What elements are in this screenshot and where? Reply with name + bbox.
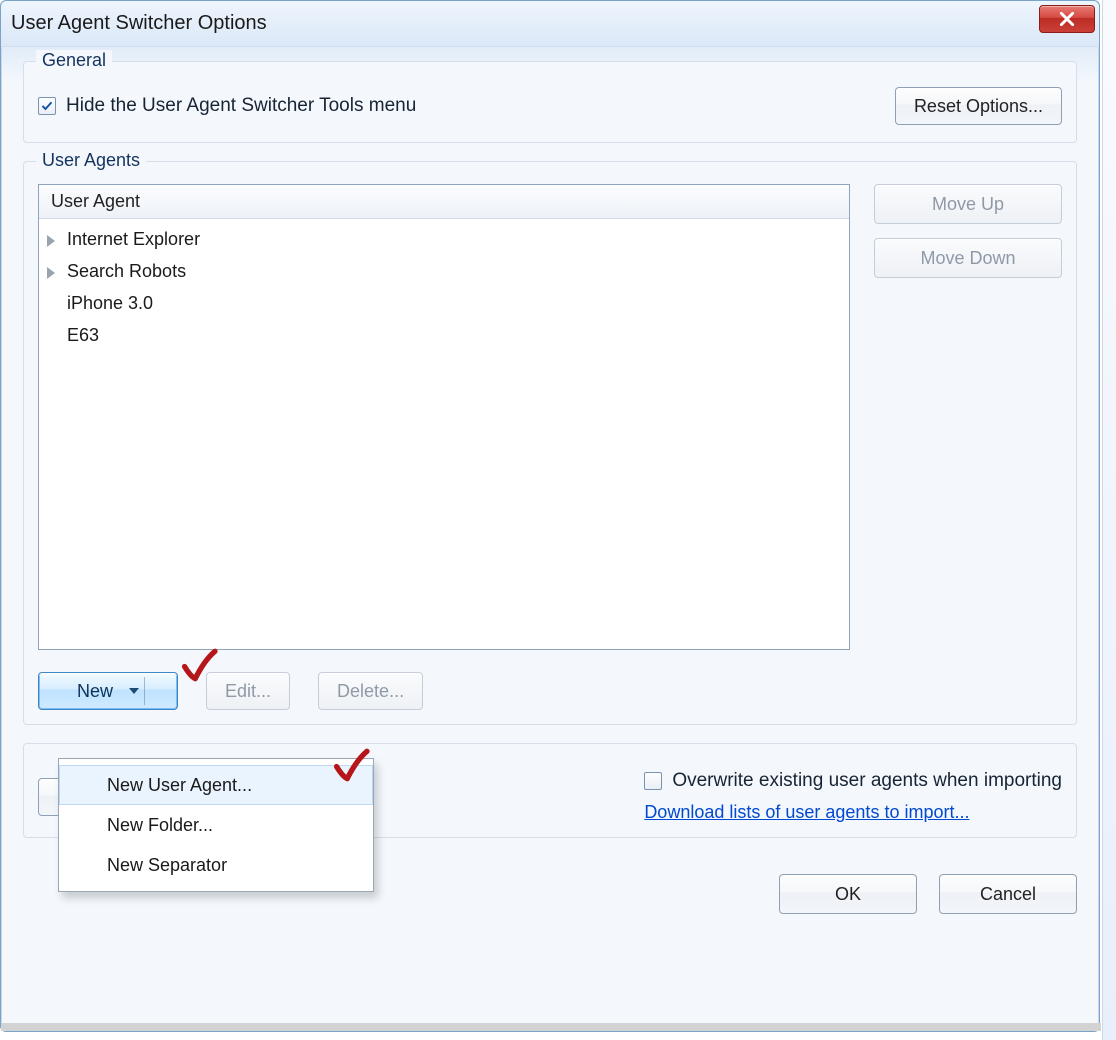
delete-button[interactable]: Delete...: [318, 672, 423, 710]
general-legend: General: [36, 50, 112, 71]
tree-row[interactable]: Internet Explorer: [39, 223, 849, 255]
user-agents-group: User Agents User Agent Internet Explorer…: [23, 161, 1077, 725]
expand-icon[interactable]: [47, 264, 61, 278]
move-up-button[interactable]: Move Up: [874, 184, 1062, 224]
general-group: General Hide the User Agent Switcher Too…: [23, 61, 1077, 143]
menu-item-new-separator[interactable]: New Separator: [59, 845, 373, 885]
client-area: General Hide the User Agent Switcher Too…: [1, 47, 1099, 874]
user-agent-tree[interactable]: User Agent Internet Explorer Search Robo…: [38, 184, 850, 650]
tree-side-buttons: Move Up Move Down: [874, 184, 1062, 278]
new-dropdown-menu: New User Agent... New Folder... New Sepa…: [58, 758, 374, 892]
close-icon: [1058, 10, 1076, 28]
title-bar: User Agent Switcher Options: [1, 1, 1099, 47]
overwrite-label: Overwrite existing user agents when impo…: [672, 770, 1062, 792]
cancel-button[interactable]: Cancel: [939, 874, 1077, 914]
window-title: User Agent Switcher Options: [11, 12, 267, 35]
hide-tools-menu-checkbox[interactable]: [38, 97, 56, 115]
edit-button[interactable]: Edit...: [206, 672, 290, 710]
new-button[interactable]: New: [38, 672, 178, 710]
menu-item-new-folder[interactable]: New Folder...: [59, 805, 373, 845]
expand-icon[interactable]: [47, 232, 61, 246]
menu-item-label: New User Agent...: [107, 775, 252, 796]
reset-options-button[interactable]: Reset Options...: [895, 87, 1062, 125]
split-separator: [144, 677, 145, 705]
menu-item-label: New Folder...: [107, 815, 213, 836]
tree-label: Search Robots: [67, 261, 186, 282]
dropdown-caret-icon: [129, 688, 139, 694]
tree-label: Internet Explorer: [67, 229, 200, 250]
tree-row[interactable]: iPhone 3.0: [39, 287, 849, 319]
new-button-label: New: [77, 681, 113, 702]
tree-label: iPhone 3.0: [67, 293, 153, 314]
download-lists-link[interactable]: Download lists of user agents to import.…: [644, 802, 969, 823]
tree-label: E63: [67, 325, 99, 346]
right-edge-strip: [1102, 0, 1116, 1040]
ok-button[interactable]: OK: [779, 874, 917, 914]
close-button[interactable]: [1039, 5, 1095, 33]
tree-row[interactable]: Search Robots: [39, 255, 849, 287]
hide-tools-menu-label: Hide the User Agent Switcher Tools menu: [66, 95, 416, 117]
menu-item-new-user-agent[interactable]: New User Agent...: [59, 765, 373, 805]
user-agents-legend: User Agents: [36, 150, 146, 171]
tree-row[interactable]: E63: [39, 319, 849, 351]
tree-body: Internet Explorer Search Robots iPhone 3…: [39, 219, 849, 649]
bottom-strip: [1, 1023, 1101, 1031]
tree-column-header[interactable]: User Agent: [39, 185, 849, 219]
check-icon: [41, 100, 53, 112]
menu-item-label: New Separator: [107, 855, 227, 876]
move-down-button[interactable]: Move Down: [874, 238, 1062, 278]
overwrite-checkbox[interactable]: [644, 772, 662, 790]
